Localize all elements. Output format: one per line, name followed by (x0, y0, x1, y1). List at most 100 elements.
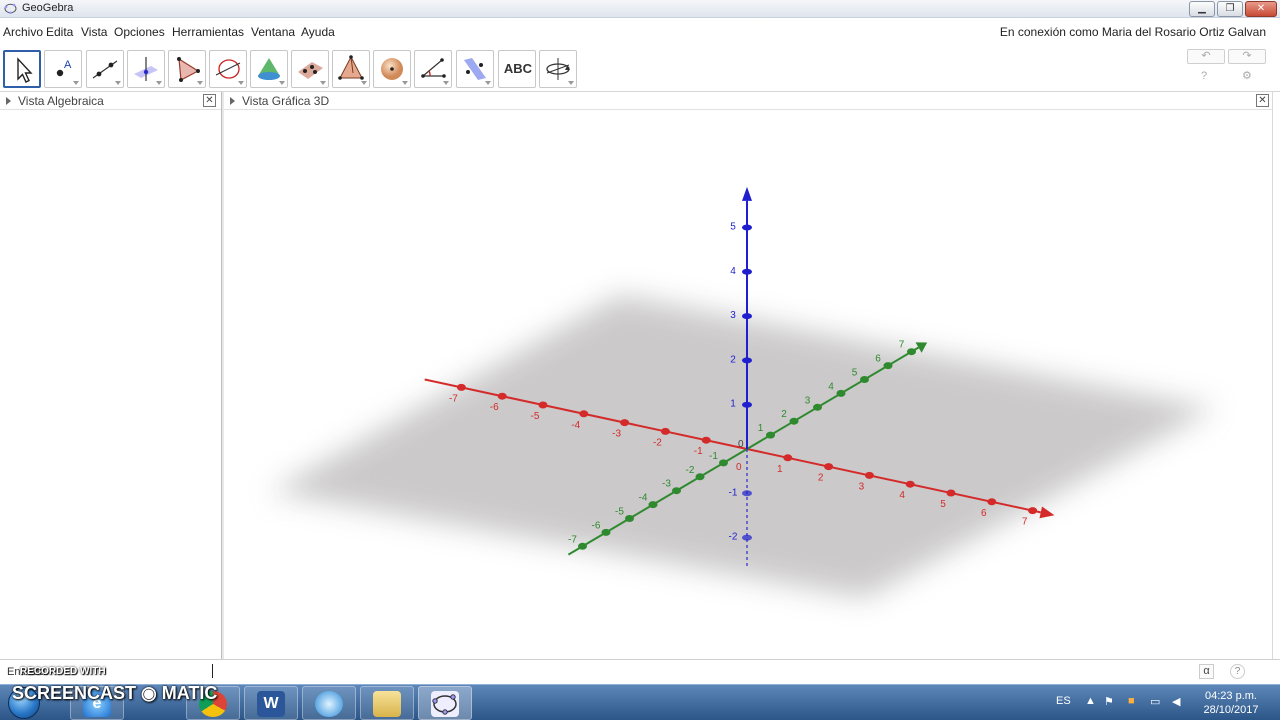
taskbar-word[interactable]: W (244, 686, 298, 720)
y-axis-tick (719, 459, 728, 467)
algebra-view-title: Vista Algebraica (18, 94, 104, 108)
dropdown-triangle-icon (320, 81, 326, 85)
collapse-arrow-icon[interactable] (6, 97, 11, 105)
algebra-view[interactable] (0, 110, 221, 659)
show-hidden-icons-icon[interactable]: ▲ (1085, 695, 1096, 707)
taskbar-geogebra[interactable] (418, 686, 472, 720)
minimize-button[interactable]: ▁ (1189, 1, 1215, 17)
z-axis-tick (742, 401, 752, 408)
action-center-flag-icon[interactable]: ⚑ (1104, 695, 1114, 708)
x-axis-tick-label: 1 (777, 464, 783, 475)
cone-tool-icon (258, 58, 280, 80)
close-graphics-3d-button[interactable]: ✕ (1256, 94, 1269, 107)
dropdown-triangle-icon (443, 81, 449, 85)
geogebra-app-icon (4, 3, 17, 15)
menu-opciones[interactable]: Opciones (114, 25, 165, 39)
y-axis-tick (907, 348, 916, 356)
menu-ayuda[interactable]: Ayuda (301, 25, 335, 39)
menu-edita[interactable]: Edita (46, 25, 73, 39)
z-axis-tick-label: -1 (729, 487, 738, 498)
close-algebra-view-button[interactable]: ✕ (203, 94, 216, 107)
x-axis-tick-label: 7 (1022, 517, 1028, 528)
x-axis-tick-label: 5 (940, 499, 946, 510)
graphics-3d-title: Vista Gráfica 3D (242, 94, 330, 108)
y-axis-tick-label: -5 (615, 507, 624, 518)
taskbar-media[interactable] (302, 686, 356, 720)
sphere-tool-button[interactable] (373, 50, 411, 88)
y-axis-tick (672, 487, 681, 495)
polygon-tool-button[interactable] (168, 50, 206, 88)
text-cursor-icon (212, 664, 214, 678)
word-icon: W (257, 691, 285, 717)
z-axis-tick-label: 1 (730, 399, 736, 410)
side-panel-edge[interactable] (1272, 92, 1280, 659)
x-axis-tick (1028, 507, 1038, 515)
rotate-view-tool-button[interactable] (539, 50, 577, 88)
y-axis-tick (648, 501, 658, 509)
language-indicator[interactable]: ES (1056, 695, 1071, 707)
x-axis-tick (905, 480, 915, 488)
input-help-button[interactable]: ? (1230, 664, 1245, 679)
x-axis-tick (620, 419, 630, 427)
z-axis-tick-label: 4 (730, 266, 736, 277)
pyramid-tool-icon (338, 55, 364, 80)
line-tool-button[interactable] (86, 50, 124, 88)
z-axis-tick (742, 268, 752, 275)
y-axis-tick-label: -4 (639, 493, 648, 504)
reflect-tool-button[interactable] (456, 50, 494, 88)
graphics-3d-view[interactable]: -7 -6 -5 -4 -3 -2 -1 1 2 3 4 5 6 7 -7 -6 -5 -4 -3 -2 -1 1 2 3 4 5… (224, 110, 1272, 659)
network-icon[interactable]: ▭ (1150, 695, 1160, 708)
x-axis-tick (497, 392, 507, 400)
perpendicular-tool-icon (134, 57, 158, 81)
undo-button[interactable]: ↶ (1187, 49, 1225, 64)
plane-points-tool-button[interactable] (291, 50, 329, 88)
geogebra-icon (431, 691, 459, 717)
move-tool-button[interactable] (3, 50, 41, 88)
menu-herramientas[interactable]: Herramientas (172, 25, 244, 39)
clock-date: 28/10/2017 (1203, 704, 1259, 716)
y-axis-tick-label: -6 (592, 520, 601, 531)
folder-icon (373, 691, 401, 717)
axes-3d-canvas[interactable]: -7 -6 -5 -4 -3 -2 -1 1 2 3 4 5 6 7 -7 -6 -5 -4 -3 -2 -1 1 2 3 4 5… (224, 110, 1272, 659)
dropdown-triangle-icon (73, 81, 79, 85)
symbol-keyboard-button[interactable]: α (1199, 664, 1214, 679)
menu-vista[interactable]: Vista (81, 25, 107, 39)
angle-tool-button[interactable] (414, 50, 452, 88)
pyramid-tool-button[interactable] (332, 50, 370, 88)
polygon-tool-icon (177, 57, 200, 82)
perpendicular-tool-button[interactable] (127, 50, 165, 88)
maximize-button[interactable]: ❐ (1217, 1, 1243, 17)
x-axis-tick (824, 463, 834, 471)
text-tool-button[interactable]: ABC (498, 50, 536, 88)
y-axis-tick (813, 403, 822, 411)
redo-button[interactable]: ↷ (1228, 49, 1266, 64)
menu-ventana[interactable]: Ventana (251, 25, 295, 39)
algebra-view-header: Vista Algebraica ✕ (0, 92, 221, 110)
volume-icon[interactable]: ◀ (1172, 695, 1180, 708)
point-tool-button[interactable]: A (44, 50, 82, 88)
y-axis-tick (578, 542, 587, 550)
x-axis-tick-label: -7 (449, 393, 458, 404)
x-axis-tick (456, 383, 466, 391)
help-icon[interactable]: ? (1201, 70, 1207, 82)
settings-gear-icon[interactable]: ⚙ (1242, 69, 1252, 82)
x-axis-arrowhead (1039, 506, 1055, 519)
taskbar-folder[interactable] (360, 686, 414, 720)
watermark-brand: SCREENCAST ◉ MATIC (12, 683, 218, 703)
graphics-3d-header: Vista Gráfica 3D ✕ (224, 92, 1272, 110)
y-axis-tick (695, 473, 705, 481)
circle-axis-tool-button[interactable] (209, 50, 247, 88)
login-status[interactable]: En conexión como Maria del Rosario Ortiz… (1000, 25, 1266, 39)
point-tool-icon: A (56, 59, 72, 77)
clock[interactable]: 04:23 p.m. 28/10/2017 (1196, 689, 1266, 717)
clock-time: 04:23 p.m. (1205, 690, 1257, 702)
collapse-arrow-icon[interactable] (230, 97, 235, 105)
menu-archivo[interactable]: Archivo (3, 25, 43, 39)
dropdown-triangle-icon (568, 81, 574, 85)
z-axis-tick (742, 534, 752, 541)
close-button[interactable]: ✕ (1245, 1, 1277, 17)
dropdown-triangle-icon (485, 81, 491, 85)
cone-tool-button[interactable] (250, 50, 288, 88)
x-axis-tick-label: -3 (612, 429, 621, 440)
tray-app-icon[interactable]: ■ (1128, 695, 1135, 707)
